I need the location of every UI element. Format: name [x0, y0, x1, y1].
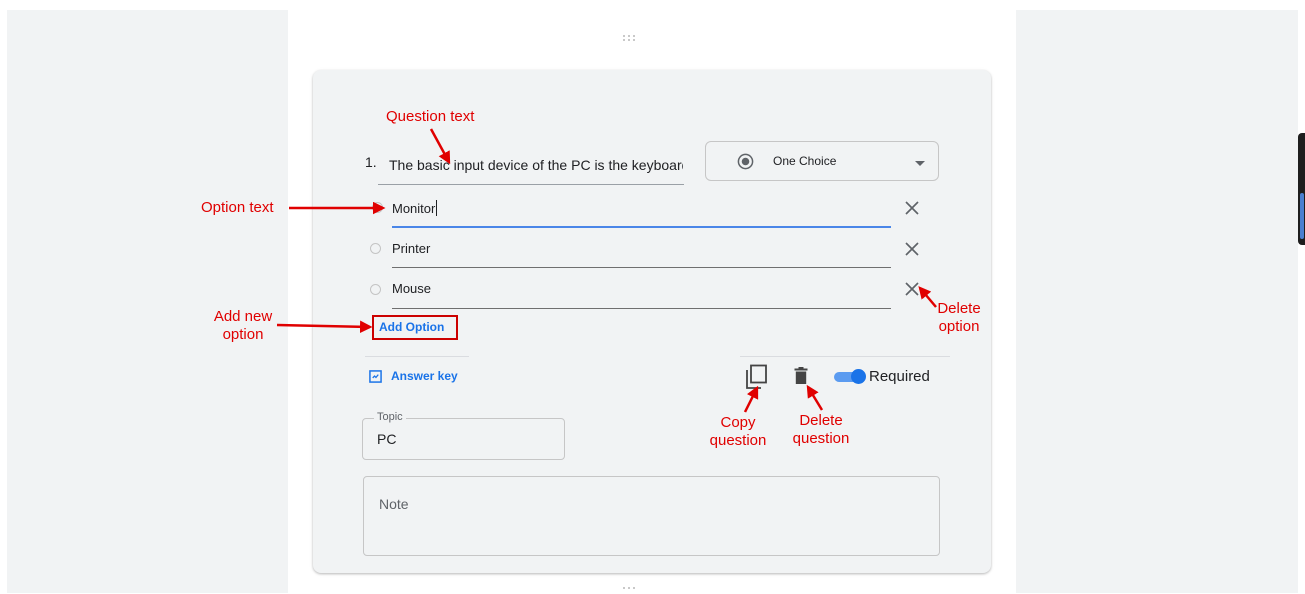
annotation-delete-option-line2: option [938, 318, 980, 335]
annotation-delete-question: Delete question [785, 412, 857, 448]
annotation-delete-option: Delete option [930, 300, 988, 336]
option-radio[interactable] [372, 202, 383, 213]
page-gutter-right [1016, 10, 1298, 593]
note-field[interactable]: Note [363, 476, 940, 556]
divider-left [365, 356, 469, 357]
close-icon[interactable] [903, 240, 921, 258]
required-toggle-knob [851, 369, 866, 384]
page-gutter-left [7, 10, 288, 593]
topic-label: Topic [374, 411, 406, 423]
option-underline [392, 308, 891, 309]
option-radio[interactable] [370, 284, 381, 295]
divider-right [740, 356, 950, 357]
required-toggle[interactable] [834, 369, 866, 384]
annotation-delete-option-line1: Delete [937, 300, 981, 317]
add-option-button[interactable]: Add Option [379, 320, 444, 334]
question-number: 1. [365, 154, 377, 170]
required-label: Required [869, 368, 930, 385]
answer-key-button[interactable]: Answer key [369, 369, 458, 383]
annotation-copy-question-line2: question [709, 432, 767, 449]
question-text-underline [378, 184, 684, 185]
note-placeholder: Note [379, 496, 409, 512]
question-type-label: One Choice [773, 154, 837, 168]
annotation-delete-question-line1: Delete [799, 412, 843, 429]
topic-input[interactable]: PC [377, 431, 396, 447]
side-scroll-tab[interactable] [1298, 133, 1305, 245]
text-cursor [436, 200, 438, 216]
radio-selected-icon [737, 153, 754, 170]
drag-handle-icon[interactable] [621, 34, 637, 42]
option-text-input[interactable]: Printer [392, 241, 430, 256]
option-row[interactable]: Monitor [392, 200, 438, 216]
dropdown-caret-icon [915, 161, 925, 166]
copy-icon[interactable] [744, 364, 768, 390]
option-text-input[interactable]: Mouse [392, 281, 431, 296]
annotation-add-new-option: Add new option [210, 308, 276, 344]
annotation-question-text: Question text [386, 108, 475, 125]
close-icon[interactable] [903, 199, 921, 217]
annotation-option-text: Option text [201, 199, 274, 216]
option-text-input[interactable]: Monitor [392, 201, 435, 216]
answer-key-label: Answer key [391, 369, 458, 383]
option-radio[interactable] [370, 243, 381, 254]
topic-field[interactable]: Topic PC [362, 411, 565, 460]
annotation-copy-question: Copy question [702, 414, 774, 450]
annotation-copy-question-line1: Copy [720, 414, 756, 431]
close-icon[interactable] [903, 280, 921, 298]
option-underline [392, 267, 891, 268]
option-underline-active [392, 226, 891, 228]
annotation-delete-question-line2: question [792, 430, 850, 447]
trash-icon[interactable] [794, 367, 808, 384]
question-text-input[interactable]: The basic input device of the PC is the … [389, 157, 683, 179]
annotation-add-new-line2: option [222, 326, 264, 343]
question-type-select[interactable]: One Choice [705, 141, 939, 181]
answer-key-icon [369, 369, 382, 383]
annotation-add-new-line1: Add new [213, 308, 273, 325]
